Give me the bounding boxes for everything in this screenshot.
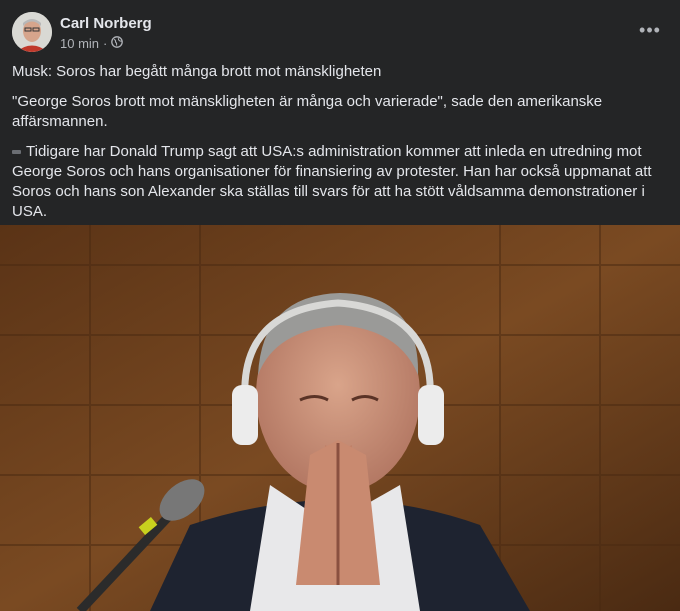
- post-headline: Musk: Soros har begått många brott mot m…: [12, 63, 382, 80]
- post-photo[interactable]: [0, 225, 680, 611]
- post-paragraph-text: Tidigare har Donald Trump sagt att USA:s…: [12, 143, 652, 220]
- facebook-post: Carl Norberg 10 min · ••• Musk: Soros ha…: [0, 0, 680, 611]
- post-meta: 10 min ·: [60, 36, 124, 51]
- post-quote: "George Soros brott mot mänskligheten är…: [12, 93, 603, 130]
- photo-illustration: [0, 225, 680, 611]
- post-header: Carl Norberg 10 min · •••: [12, 12, 668, 54]
- meta-separator: ·: [103, 36, 108, 51]
- post-text: Musk: Soros har begått många brott mot m…: [12, 62, 662, 232]
- more-options-icon[interactable]: •••: [632, 18, 668, 42]
- post-paragraph: Tidigare har Donald Trump sagt att USA:s…: [12, 142, 662, 222]
- author-avatar[interactable]: [12, 12, 52, 52]
- post-time[interactable]: 10 min: [60, 36, 99, 51]
- bullet-icon: [12, 150, 21, 155]
- author-name[interactable]: Carl Norberg: [60, 15, 152, 32]
- globe-icon: [111, 36, 124, 51]
